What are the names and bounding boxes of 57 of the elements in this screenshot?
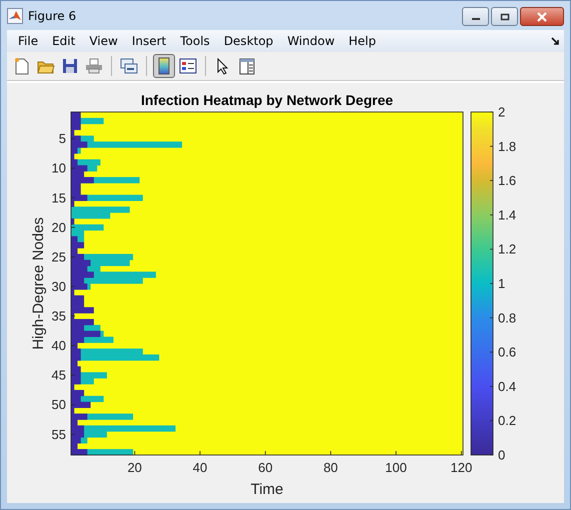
y-tick-label: 25 [52, 249, 66, 264]
dock-arrow-icon[interactable] [551, 36, 560, 46]
menu-item[interactable]: Window [280, 32, 342, 50]
colorbar-tick-label: 0.6 [498, 344, 516, 360]
y-tick-label: 15 [52, 190, 66, 206]
colorbar-tick-label: 1 [498, 276, 506, 291]
minimize-button[interactable] [462, 7, 489, 26]
menu-item[interactable]: File [11, 32, 46, 50]
colorbar-tick-label: 1.6 [498, 173, 516, 188]
close-button[interactable] [520, 7, 564, 26]
colorbar-tick-label: 2 [498, 104, 506, 120]
colorbar-tick-label: 1.8 [498, 138, 516, 154]
y-tick-label: 5 [58, 131, 66, 146]
colorbar-icon [158, 57, 170, 75]
x-tick-label: 100 [385, 460, 407, 475]
printer-icon [85, 58, 103, 74]
x-axis-label: Time [250, 481, 284, 498]
colorbar-tick-label: 1.4 [498, 207, 516, 222]
menu-item[interactable]: Help [342, 32, 383, 50]
y-tick-label: 30 [52, 278, 66, 294]
colorbar-tick-label: 0 [498, 448, 506, 462]
colorbar-tick-label: 1.2 [498, 242, 516, 257]
window-title: Figure 6 [28, 8, 76, 22]
x-tick-label: 120 [450, 460, 472, 475]
y-tick-label: 45 [52, 368, 66, 383]
colorbar-button[interactable] [153, 54, 175, 78]
x-tick-label: 80 [323, 460, 338, 475]
colorbar-tick-label: 0.8 [498, 310, 516, 326]
y-tick-label: 40 [52, 338, 66, 354]
maximize-icon [500, 12, 510, 20]
pointer-icon [217, 58, 229, 74]
legend-icon [179, 58, 197, 74]
save-icon [62, 58, 78, 74]
y-tick-label: 10 [52, 160, 66, 176]
menu-item[interactable]: Desktop [216, 32, 280, 50]
panel-icon [239, 58, 255, 74]
colorbar-tick-label: 0.4 [498, 378, 516, 394]
menu-item[interactable]: Edit [45, 32, 82, 50]
menu-item[interactable]: View [82, 32, 125, 50]
menu-item[interactable]: Tools [173, 32, 217, 50]
plot-title: Infection Heatmap by Network Degree [140, 92, 394, 108]
x-tick-label: 60 [258, 460, 273, 475]
colorbar-tick-label: 0.2 [498, 413, 516, 428]
y-axis-label: High-Degree Nodes [30, 217, 47, 350]
y-tick-label: 50 [52, 397, 66, 412]
y-tick-label: 55 [52, 426, 66, 442]
y-tick-label: 35 [52, 308, 66, 324]
close-icon [536, 12, 548, 22]
document-icon [14, 57, 30, 75]
linked-plot-icon [120, 57, 138, 75]
menu-item[interactable]: Insert [124, 32, 174, 50]
x-tick-label: 20 [127, 460, 142, 475]
y-tick-label: 20 [52, 220, 66, 235]
app-logo-icon [7, 8, 23, 24]
folder-icon [37, 58, 55, 74]
x-tick-label: 40 [192, 460, 208, 475]
maximize-button[interactable] [491, 7, 518, 26]
